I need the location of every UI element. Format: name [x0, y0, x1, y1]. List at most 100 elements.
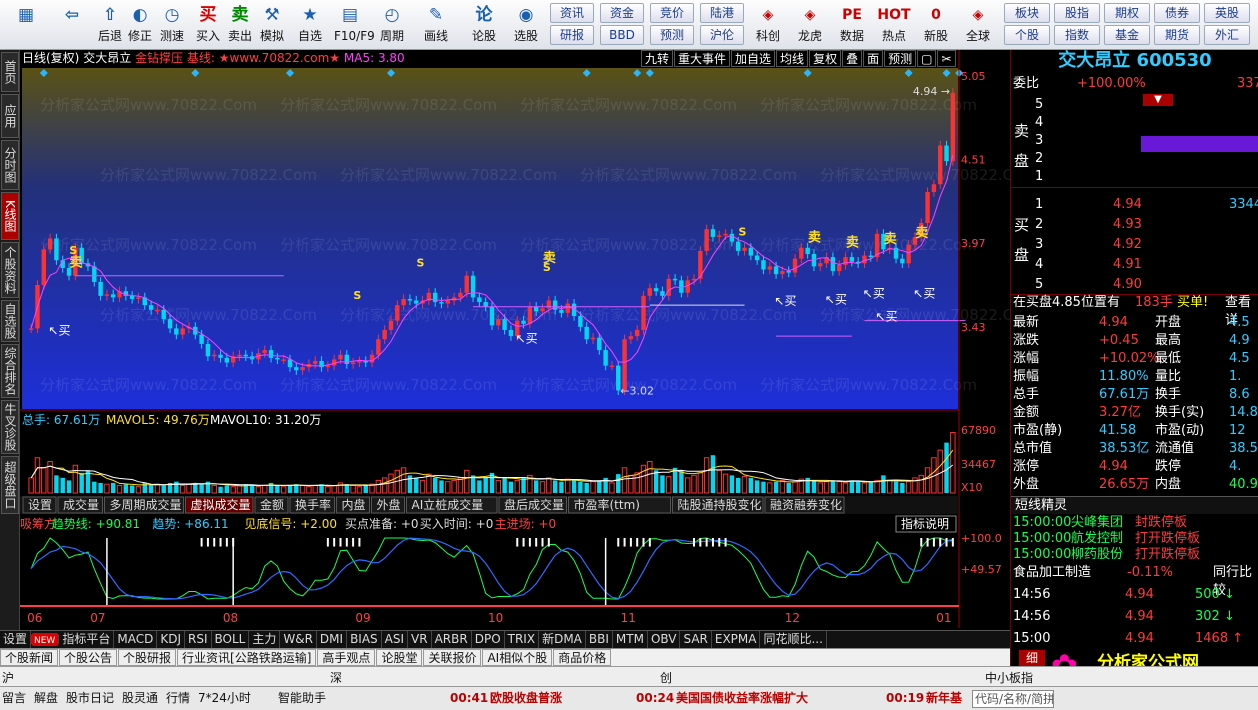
globe-button[interactable]: ◈ 全球: [958, 2, 998, 48]
news-tab[interactable]: 论股堂: [376, 649, 423, 666]
chart-area[interactable]: 分析家公式网www.70822.Com 分析家公式网www.70822.Com 分析…: [20, 50, 1037, 628]
sidebar-tab[interactable]: 超级盘口: [1, 456, 19, 514]
news-tab[interactable]: 行业资讯[公路铁路运输]: [177, 649, 317, 666]
period-button[interactable]: ◴ 周期: [376, 2, 408, 48]
indicator-tab[interactable]: MACD: [114, 631, 158, 648]
indicator-tab[interactable]: 设置: [0, 631, 32, 648]
draw-button[interactable]: ✎ 画线: [420, 2, 452, 48]
news-tab[interactable]: 个股研报: [118, 649, 177, 666]
indicator-tab[interactable]: DPO: [472, 631, 505, 648]
indicator-tab[interactable]: DMI: [317, 631, 348, 648]
market-button[interactable]: 个股: [1004, 25, 1050, 45]
news-tab[interactable]: 商品价格: [553, 649, 612, 666]
chart-top-button[interactable]: 复权: [809, 50, 842, 67]
chart-top-button[interactable]: 面: [863, 50, 884, 67]
market-button[interactable]: 外汇: [1204, 25, 1250, 45]
market-index-label[interactable]: 中小板指: [985, 669, 1033, 686]
market-button[interactable]: 期货: [1154, 25, 1200, 45]
back-button[interactable]: ⇦: [52, 2, 92, 48]
chart-top-button[interactable]: 九转: [641, 50, 674, 67]
chart-top-button[interactable]: ▢: [917, 50, 937, 67]
chart-top-button[interactable]: 重大事件: [674, 50, 731, 67]
market-index-label[interactable]: 创: [660, 669, 672, 686]
data-button[interactable]: PE 数据: [832, 2, 872, 48]
status-link[interactable]: 股市日记: [66, 690, 114, 706]
status-link[interactable]: 7*24小时: [198, 690, 251, 706]
market-button[interactable]: 板块: [1004, 3, 1050, 23]
indicator-tab[interactable]: OBV: [648, 631, 681, 648]
indicator-tab[interactable]: 指标平台: [59, 631, 115, 648]
status-link[interactable]: 解盘: [34, 690, 58, 706]
indicator-tab[interactable]: SAR: [680, 631, 712, 648]
status-link[interactable]: 留言: [2, 690, 26, 706]
news-headline[interactable]: 新年基: [926, 690, 962, 706]
short-sprite-title[interactable]: 短线精灵: [1011, 496, 1258, 514]
sidebar-tab[interactable]: 牛叉诊股: [1, 400, 19, 454]
hot-button[interactable]: HOT 热点: [874, 2, 914, 48]
search-input[interactable]: 代码/名称/简拼: [972, 690, 1054, 708]
chart-top-button[interactable]: ✂: [937, 50, 956, 67]
detail-tab[interactable]: 细: [1019, 650, 1045, 666]
chart-top-button[interactable]: 预测: [884, 50, 917, 67]
sidebar-tab[interactable]: 综合排名: [1, 344, 19, 398]
news-tab[interactable]: 高手观点: [317, 649, 376, 666]
indicator-tab[interactable]: EXPMA: [712, 631, 761, 648]
f10-button[interactable]: ▤ F10/F9: [334, 2, 375, 48]
news-tab[interactable]: 关联报价: [423, 649, 482, 666]
market-button[interactable]: 指数: [1054, 25, 1100, 45]
market-button[interactable]: 英股: [1204, 3, 1250, 23]
chart-top-button[interactable]: 均线: [776, 50, 809, 67]
status-link[interactable]: 股灵通: [122, 690, 158, 706]
new-badge[interactable]: NEW: [31, 633, 60, 646]
status-link[interactable]: 智能助手: [278, 690, 326, 706]
indicator-tab[interactable]: 主力: [249, 631, 281, 648]
news-headline[interactable]: 欧股收盘普涨: [490, 690, 562, 706]
group-button[interactable]: 资讯: [550, 3, 594, 23]
select-button[interactable]: ◉ 选股: [510, 2, 542, 48]
indicator-tab[interactable]: RSI: [185, 631, 212, 648]
indicator-tab[interactable]: BIAS: [347, 631, 382, 648]
group-button[interactable]: 预测: [650, 25, 694, 45]
news-tab[interactable]: AI相似个股: [482, 649, 553, 666]
indicator-tab[interactable]: 新DMA: [539, 631, 586, 648]
app-button[interactable]: ▦: [6, 2, 46, 48]
chart-top-button[interactable]: 加自选: [731, 50, 776, 67]
indicator-tab[interactable]: BOLL: [212, 631, 250, 648]
indicator-tab[interactable]: MTM: [613, 631, 648, 648]
status-link[interactable]: 行情: [166, 690, 190, 706]
chart-canvas[interactable]: 分析家公式网www.70822.Com 分析家公式网www.70822.Com 分析…: [20, 50, 1037, 628]
clock-button[interactable]: ◷ 测速: [156, 2, 188, 48]
market-index-label[interactable]: 深: [330, 669, 342, 686]
sidebar-tab[interactable]: 自选股: [1, 300, 19, 342]
group-button[interactable]: 研报: [550, 25, 594, 45]
indicator-tab[interactable]: VR: [408, 631, 432, 648]
hammer-button[interactable]: ⚒ 模拟: [256, 2, 288, 48]
indicator-tab[interactable]: ARBR: [432, 631, 472, 648]
market-button[interactable]: 基金: [1104, 25, 1150, 45]
sidebar-tab[interactable]: K线图: [1, 192, 19, 240]
indicator-tab[interactable]: W&R: [280, 631, 317, 648]
group-button[interactable]: 资金: [600, 3, 644, 23]
indicator-tab[interactable]: TRIX: [505, 631, 540, 648]
star-button[interactable]: ★ 自选: [294, 2, 326, 48]
kechuang-button[interactable]: ◈ 科创: [748, 2, 788, 48]
up-button[interactable]: ⇧ 后退: [94, 2, 126, 48]
market-button[interactable]: 债券: [1154, 3, 1200, 23]
chart-top-button[interactable]: 叠: [842, 50, 863, 67]
news-headline[interactable]: 美国国债收益率涨幅扩大: [676, 690, 808, 706]
stock-comment-button[interactable]: 论论股: [468, 2, 500, 48]
new-button[interactable]: 0 新股: [916, 2, 956, 48]
modify-button[interactable]: ◐ 修正: [124, 2, 156, 48]
buy-button[interactable]: 买买入: [192, 2, 224, 48]
indicator-tab[interactable]: BBI: [586, 631, 613, 648]
sidebar-tab[interactable]: 应用: [1, 94, 19, 138]
indicator-tab[interactable]: KDJ: [157, 631, 185, 648]
news-tab[interactable]: 个股新闻: [0, 649, 59, 666]
news-tab[interactable]: 个股公告: [59, 649, 118, 666]
longhu-button[interactable]: ◈ 龙虎: [790, 2, 830, 48]
market-index-label[interactable]: 沪: [2, 669, 14, 686]
group-button[interactable]: 竞价: [650, 3, 694, 23]
sidebar-tab[interactable]: 个股资料: [1, 242, 19, 298]
group-button[interactable]: BBD: [600, 25, 644, 45]
sidebar-tab[interactable]: 首页: [1, 52, 19, 92]
